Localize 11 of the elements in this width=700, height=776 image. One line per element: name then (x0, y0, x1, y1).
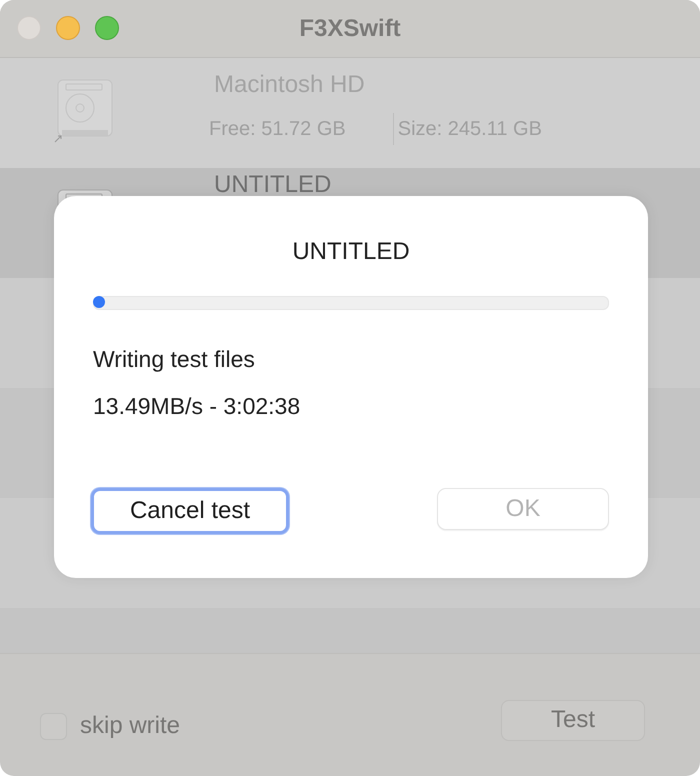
skip-write-label: skip write (80, 712, 180, 740)
minimize-button[interactable] (56, 16, 80, 40)
drive-name: UNTITLED (214, 171, 332, 199)
test-button[interactable]: Test (501, 700, 645, 740)
window-title: F3XSwift (299, 14, 401, 42)
speed-text: 13.49MB/s - 3:02:38 (93, 393, 302, 420)
hard-disk-icon (54, 78, 114, 144)
zoom-button[interactable] (95, 16, 119, 40)
cancel-test-button[interactable]: Cancel test (91, 488, 289, 534)
status-text: Writing test files (93, 346, 256, 373)
dialog-title: UNTITLED (292, 238, 410, 266)
